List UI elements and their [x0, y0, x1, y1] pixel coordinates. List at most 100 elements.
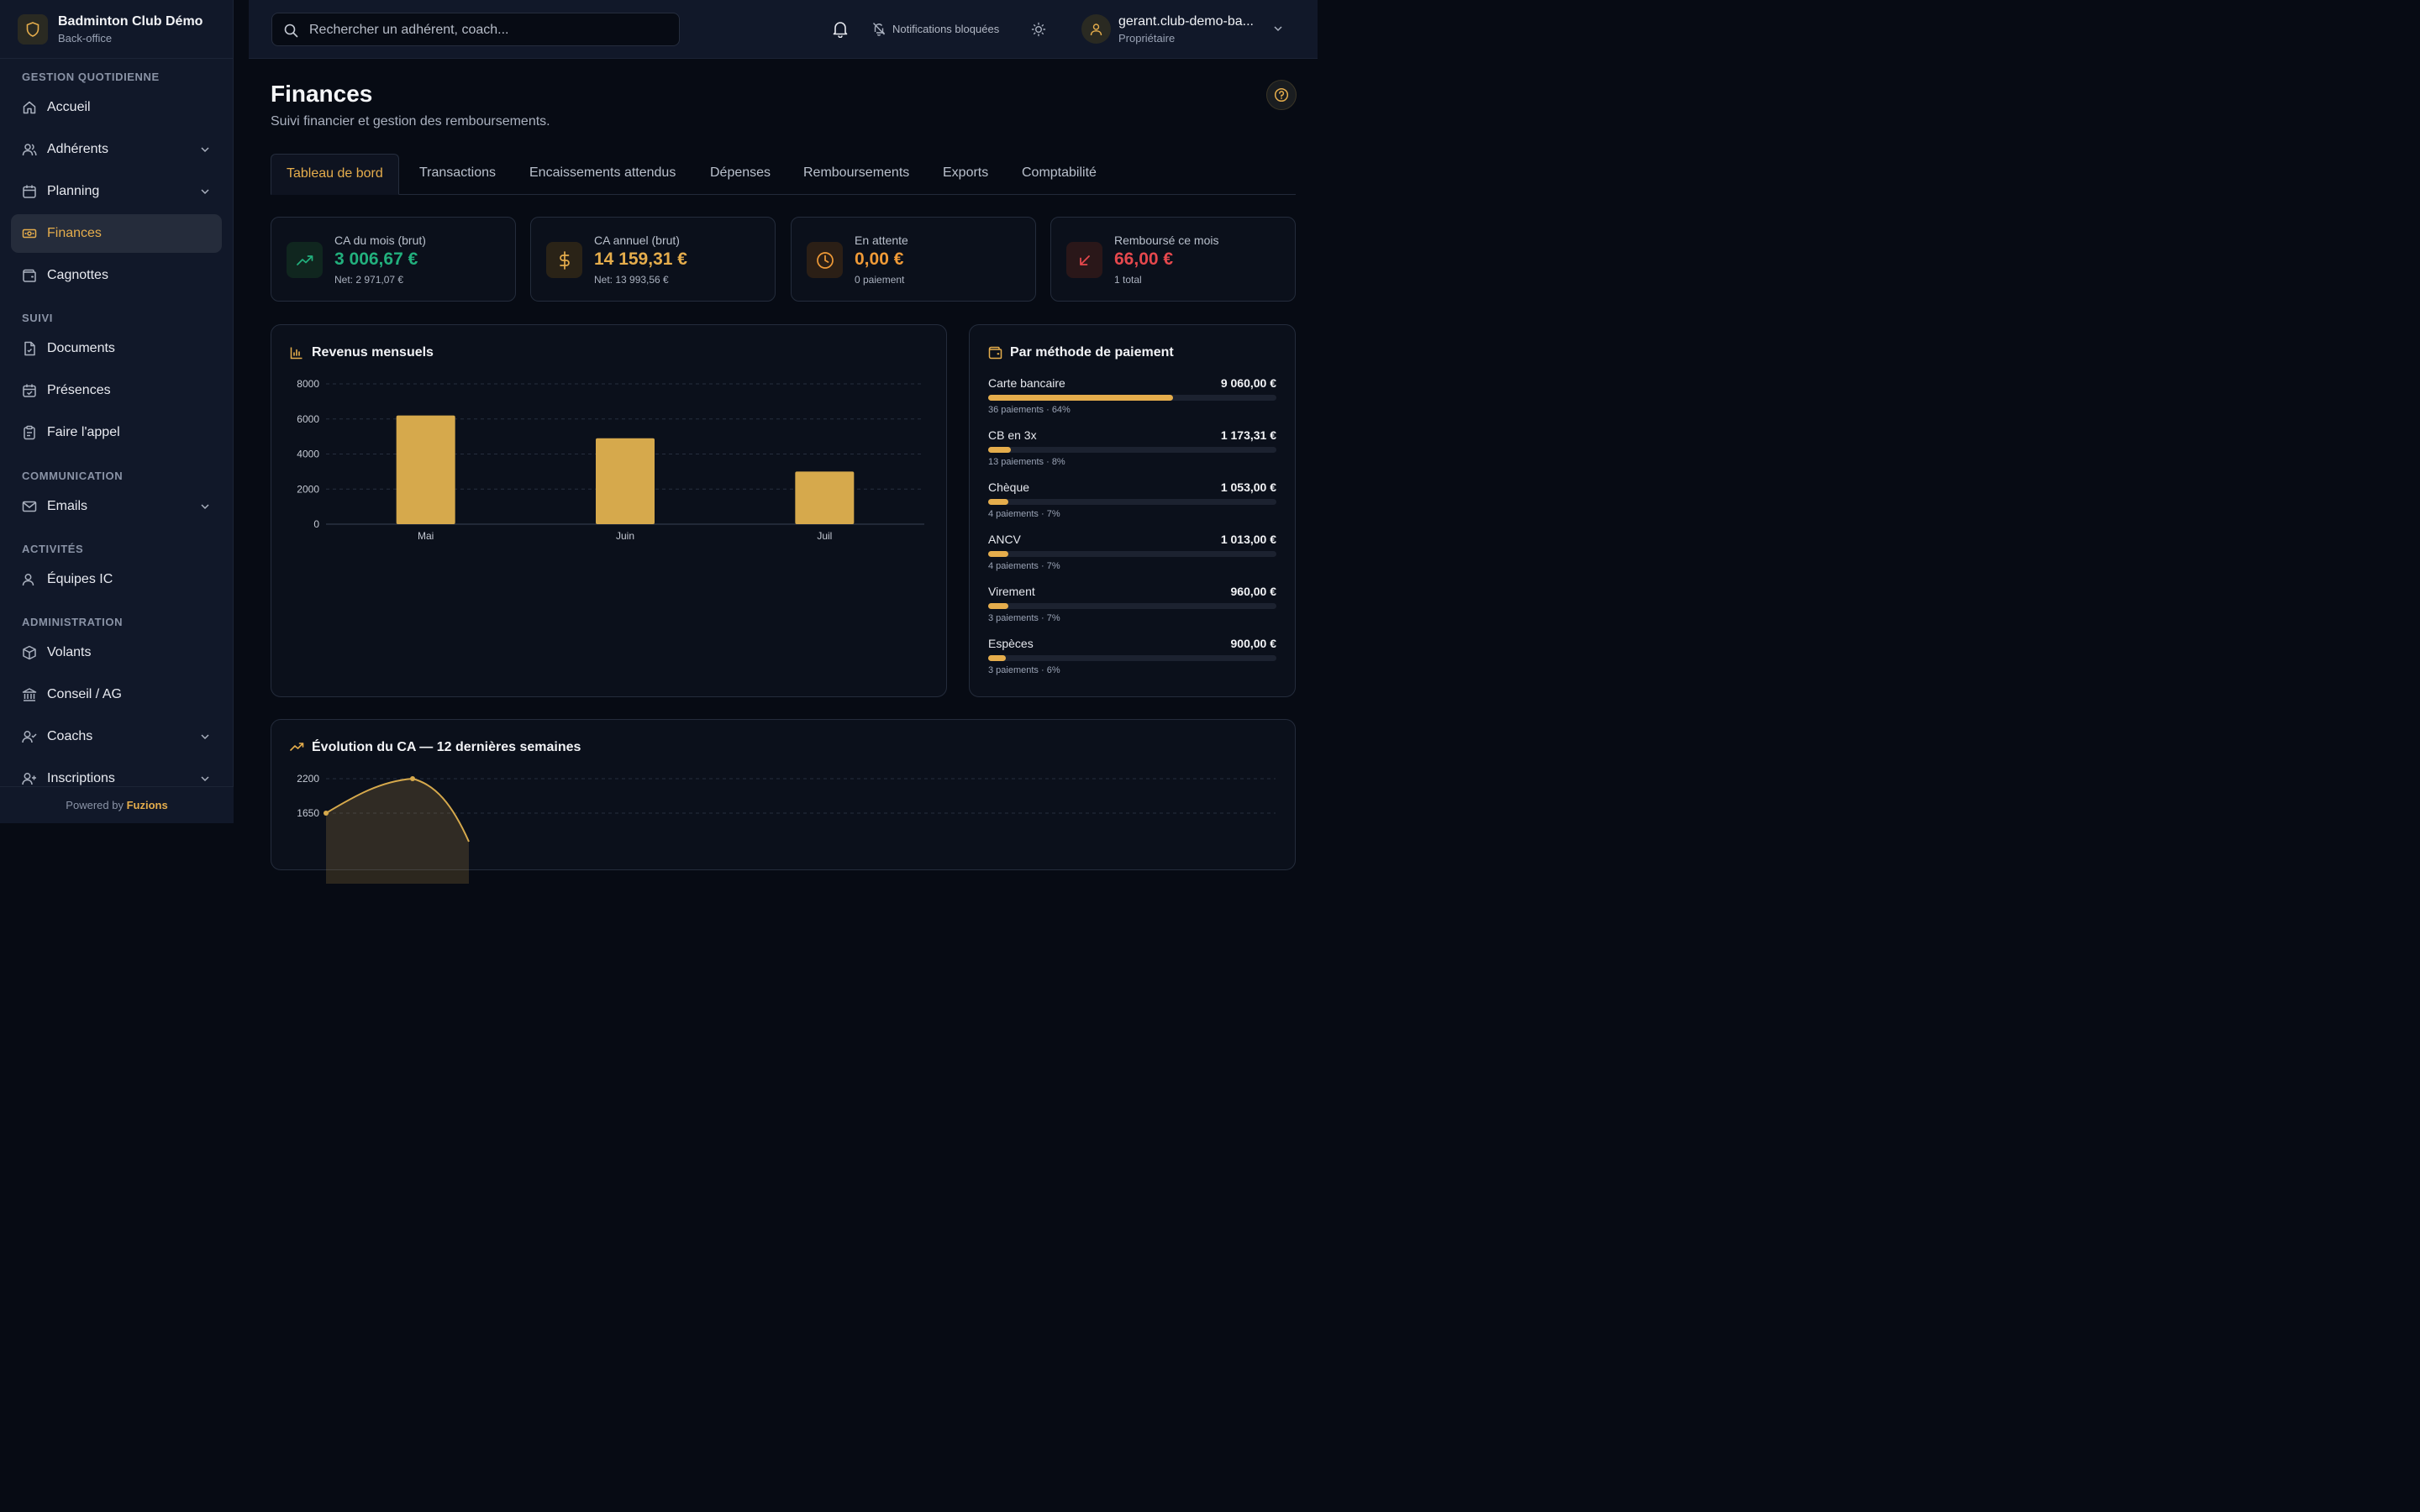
user-menu[interactable]: gerant.club-demo-ba... Propriétaire: [1081, 13, 1300, 47]
sidebar-item-emails[interactable]: Emails: [11, 487, 222, 526]
bell-off-icon: [872, 23, 886, 36]
notifications-blocked-button[interactable]: Notifications bloquées: [872, 22, 999, 36]
trending-up-icon: [290, 743, 304, 751]
payment-method-subtext: 3 paiements · 6%: [988, 665, 1060, 675]
y-tick-label: 8000: [297, 378, 319, 390]
payment-methods-card: Par méthode de paiement Carte bancaire 9 …: [969, 324, 1296, 697]
sidebar-item-label: Coachs: [47, 729, 93, 743]
bar: [795, 471, 855, 524]
tab-depenses[interactable]: Dépenses: [695, 154, 786, 195]
section-title-communication: COMMUNICATION: [22, 470, 124, 482]
progress-track: [988, 603, 1276, 609]
tab-remboursements[interactable]: Remboursements: [788, 154, 924, 195]
monthly-revenue-card: Revenus mensuels 0 2000 4000 6000 8000 Mai Jui…: [271, 324, 947, 697]
sidebar-item-accueil[interactable]: Accueil: [11, 88, 222, 127]
sidebar-item-label: Inscriptions: [47, 771, 115, 785]
user-role: Propriétaire: [1118, 32, 1176, 45]
progress-fill: [988, 499, 1008, 505]
users-icon: [22, 144, 37, 156]
bar: [596, 438, 655, 524]
sidebar-item-conseil-ag[interactable]: Conseil / AG: [11, 675, 222, 714]
sidebar-footer: Powered by Fuzions: [0, 786, 234, 823]
progress-fill: [988, 603, 1008, 609]
payment-method-row: Espèces 900,00 € 3 paiements · 6%: [988, 637, 1276, 684]
sidebar: Badminton Club Démo Back-office GESTION …: [0, 0, 234, 823]
sidebar-item-planning[interactable]: Planning: [11, 172, 222, 211]
search-input[interactable]: [309, 21, 662, 39]
sidebar-item-label: Cagnottes: [47, 268, 108, 282]
x-tick-label: Mai: [418, 530, 434, 542]
sidebar-item-label: Planning: [47, 184, 100, 198]
kpi-card-ca-annuel: CA annuel (brut) 14 159,31 € Net: 13 993…: [530, 217, 776, 302]
tab-exports[interactable]: Exports: [928, 154, 1003, 195]
calendar-icon: [23, 185, 36, 198]
sidebar-item-coachs[interactable]: Coachs: [11, 717, 222, 756]
tab-tableau-de-bord[interactable]: Tableau de bord: [271, 154, 399, 195]
home-icon: [23, 101, 36, 114]
sidebar-item-faire-appel[interactable]: Faire l'appel: [11, 413, 222, 452]
clock-icon: [807, 242, 843, 278]
banknote-icon: [22, 228, 37, 239]
data-point: [410, 776, 415, 781]
payment-method-row: ANCV 1 013,00 € 4 paiements · 7%: [988, 533, 1276, 580]
sidebar-item-documents[interactable]: Documents: [11, 329, 222, 368]
chart-title: Revenus mensuels: [312, 345, 434, 360]
tab-comptabilite[interactable]: Comptabilité: [1007, 154, 1112, 195]
payment-method-name: Carte bancaire: [988, 376, 1065, 390]
data-point: [324, 811, 329, 816]
progress-track: [988, 655, 1276, 661]
chevron-down-icon: [201, 776, 209, 782]
payment-method-row: Carte bancaire 9 060,00 € 36 paiements · 6…: [988, 376, 1276, 423]
section-title-suivi: SUIVI: [22, 312, 53, 324]
avatar: [1081, 14, 1111, 44]
kpi-subtext: Net: 13 993,56 €: [594, 274, 669, 286]
tab-encaissements-attendus[interactable]: Encaissements attendus: [514, 154, 691, 195]
payment-method-name: CB en 3x: [988, 428, 1037, 442]
user-icon: [1090, 23, 1102, 35]
y-tick-label: 4000: [297, 449, 319, 460]
kpi-subtext: Net: 2 971,07 €: [334, 274, 404, 286]
footer-brand-link[interactable]: Fuzions: [127, 799, 168, 811]
sidebar-item-label: Équipes IC: [47, 572, 113, 586]
sidebar-item-equipes-ic[interactable]: Équipes IC: [11, 560, 222, 599]
revenue-evolution-card: Évolution du CA — 12 dernières semaines …: [271, 719, 1296, 884]
payment-method-row: Chèque 1 053,00 € 4 paiements · 7%: [988, 480, 1276, 528]
team-icon: [22, 574, 34, 586]
sidebar-item-adherents[interactable]: Adhérents: [11, 130, 222, 169]
search-icon: [284, 24, 298, 38]
payment-method-name: ANCV: [988, 533, 1021, 546]
clipboard-icon: [24, 425, 35, 440]
payment-method-amount: 1 173,31 €: [1220, 428, 1276, 442]
document-icon: [24, 341, 35, 356]
payment-method-amount: 960,00 €: [1230, 585, 1277, 598]
notifications-blocked-label: Notifications bloquées: [892, 23, 1000, 35]
kpi-value: 3 006,67 €: [334, 249, 418, 269]
payment-method-subtext: 36 paiements · 64%: [988, 405, 1071, 415]
sidebar-item-label: Conseil / AG: [47, 687, 122, 701]
kpi-label: CA annuel (brut): [594, 234, 680, 247]
sidebar-item-finances[interactable]: Finances: [11, 214, 222, 253]
sidebar-item-label: Finances: [47, 226, 102, 240]
wallet-icon: [23, 269, 36, 282]
sidebar-item-cagnottes[interactable]: Cagnottes: [11, 256, 222, 295]
mail-icon: [22, 501, 37, 512]
kpi-card-rembourse: Remboursé ce mois 66,00 € 1 total: [1050, 217, 1296, 302]
box-icon: [23, 645, 36, 660]
user-plus-icon: [22, 773, 36, 785]
payment-method-name: Chèque: [988, 480, 1030, 494]
help-button[interactable]: [1266, 80, 1297, 110]
tab-transactions[interactable]: Transactions: [404, 154, 511, 195]
progress-fill: [988, 551, 1008, 557]
monthly-revenue-bar-chart: 0 2000 4000 6000 8000 Mai Juin Juil: [297, 378, 924, 542]
chart-title: Évolution du CA — 12 dernières semaines: [312, 740, 581, 754]
bar-chart-icon: [290, 347, 302, 360]
search-box[interactable]: [271, 13, 680, 46]
sidebar-item-volants[interactable]: Volants: [11, 633, 222, 672]
sun-theme-toggle-icon[interactable]: [1031, 22, 1046, 37]
bell-icon[interactable]: [832, 20, 849, 38]
brand-header[interactable]: Badminton Club Démo Back-office: [0, 0, 234, 59]
revenue-evolution-area-chart: 1650 2200: [297, 773, 1276, 884]
sidebar-item-label: Emails: [47, 499, 88, 513]
sidebar-item-presences[interactable]: Présences: [11, 371, 222, 410]
payment-methods-title: Par méthode de paiement: [1010, 345, 1174, 360]
